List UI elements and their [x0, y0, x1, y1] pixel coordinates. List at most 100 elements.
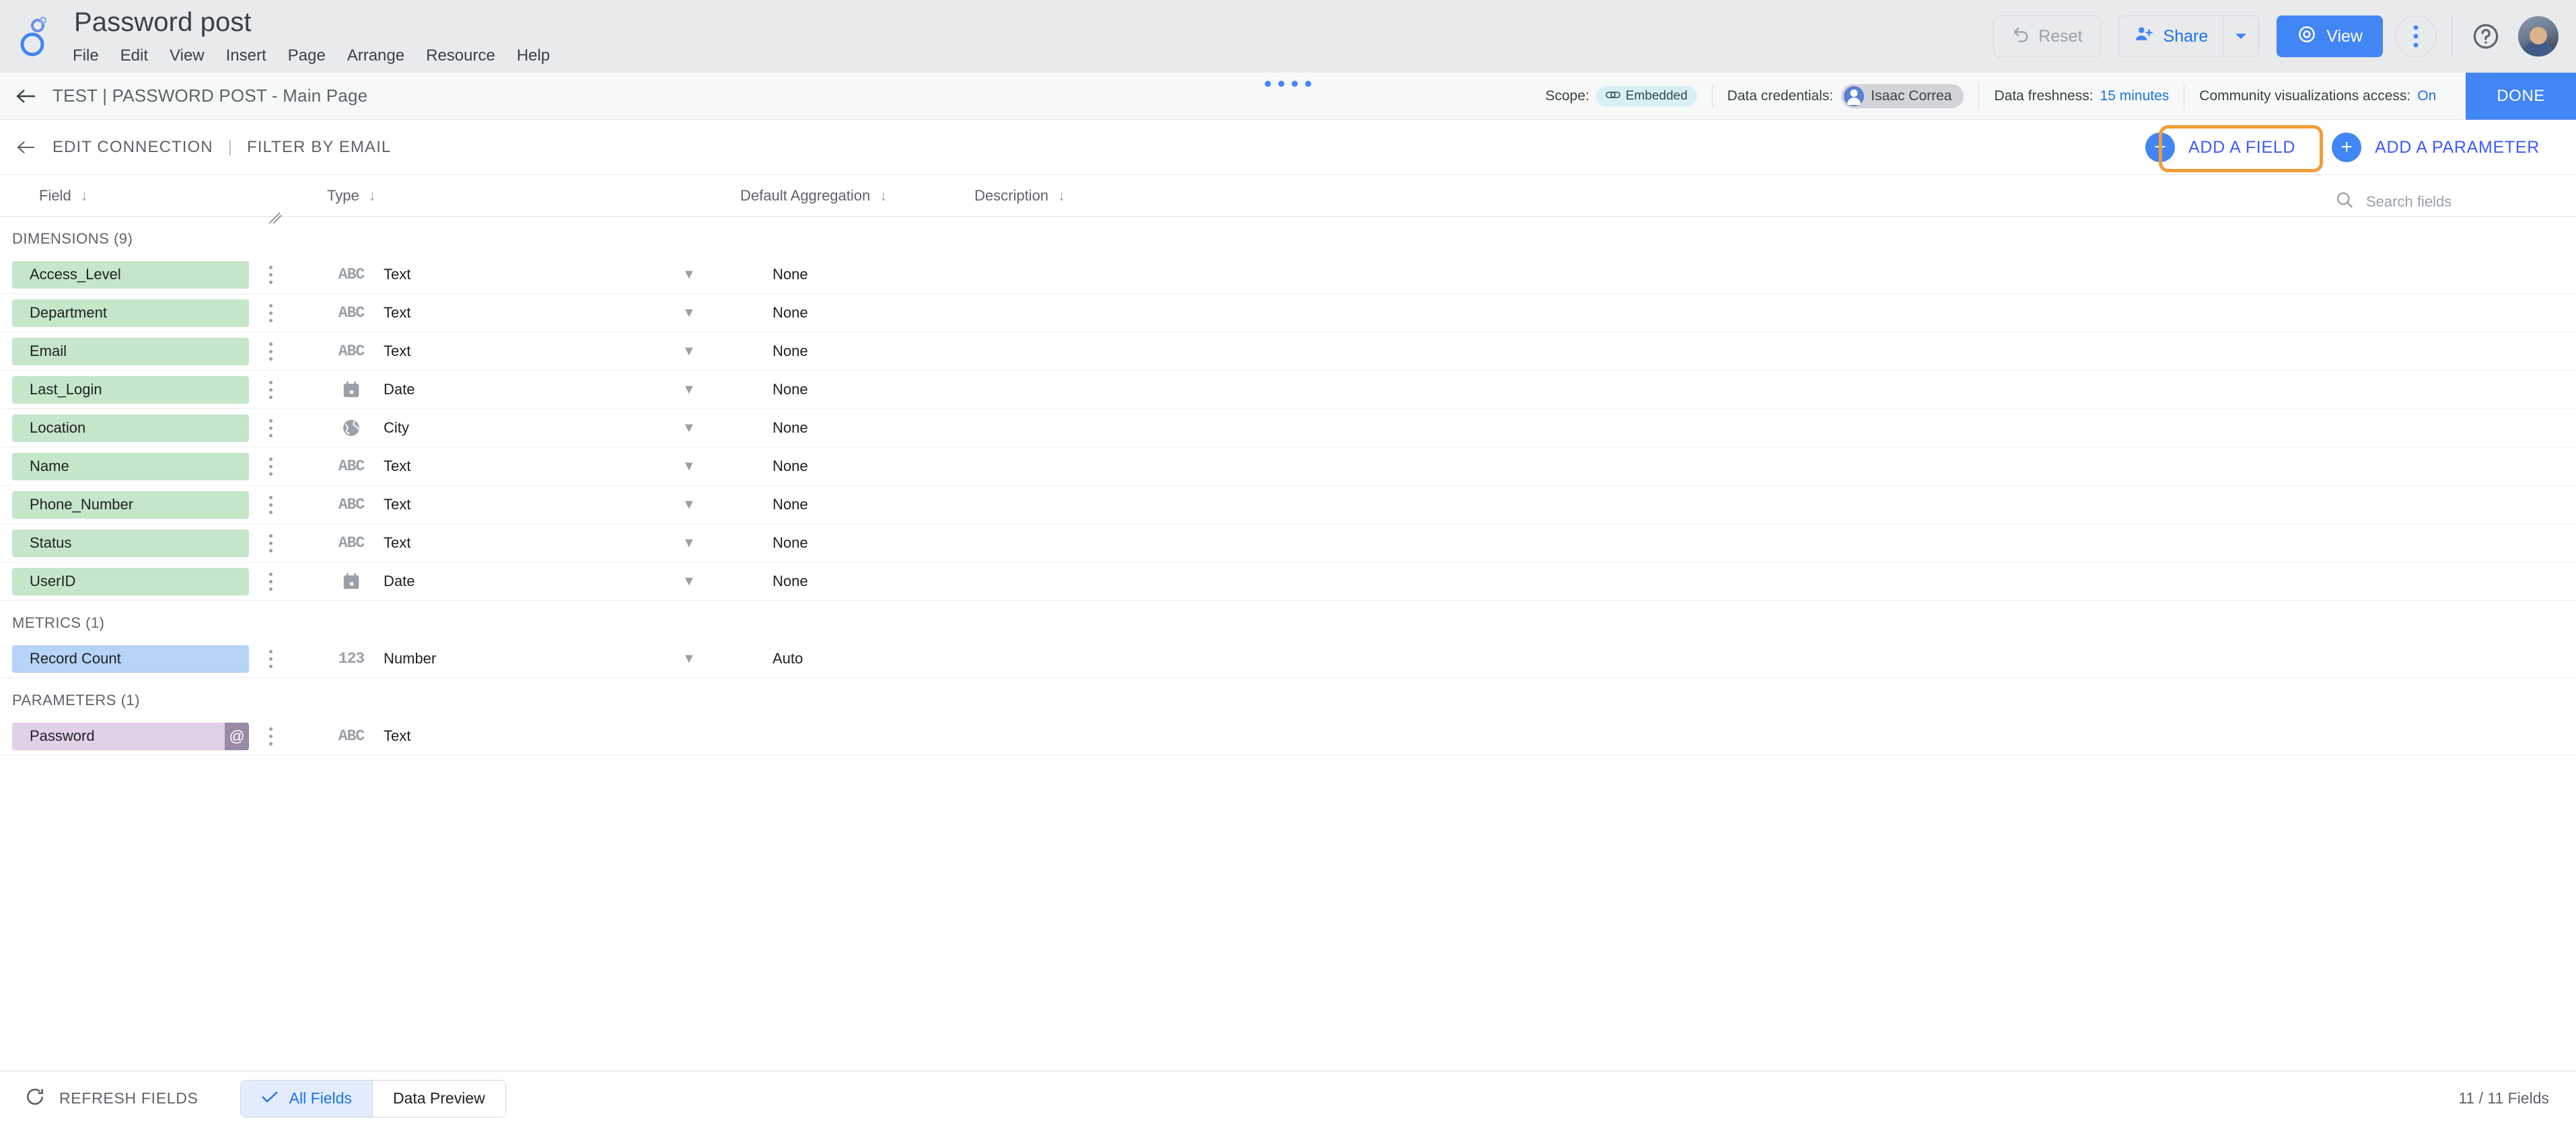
filter-by-email-link[interactable]: FILTER BY EMAIL [247, 138, 391, 157]
menu-page[interactable]: Page [288, 43, 336, 69]
field-chip[interactable]: Phone_Number [12, 491, 249, 519]
field-type-label[interactable]: Text [384, 496, 410, 513]
field-row[interactable]: Name ABC Text ▼ None [0, 447, 2576, 486]
search-input[interactable] [2366, 192, 2550, 211]
field-type-label[interactable]: Text [384, 342, 410, 360]
field-chip[interactable]: Location [12, 414, 249, 442]
type-dropdown-caret-icon[interactable]: ▼ [682, 574, 696, 589]
field-options-button[interactable] [264, 414, 277, 442]
field-options-button[interactable] [264, 530, 277, 557]
field-row[interactable]: UserID Date ▼ None [0, 562, 2576, 601]
field-aggregation-value[interactable]: Auto [773, 650, 803, 667]
field-aggregation-value[interactable]: None [773, 573, 808, 590]
field-type-label[interactable]: Text [384, 458, 410, 475]
column-header-description[interactable]: Description ↓ [974, 187, 1065, 205]
help-button[interactable] [2467, 17, 2505, 55]
field-type-label[interactable]: Text [384, 727, 410, 745]
field-aggregation-value[interactable]: None [773, 266, 808, 283]
sort-arrow-icon[interactable]: ↓ [1058, 188, 1065, 203]
view-button[interactable]: View [2277, 15, 2383, 57]
field-options-button[interactable] [264, 338, 277, 365]
field-aggregation-value[interactable]: None [773, 458, 808, 475]
menu-edit[interactable]: Edit [120, 43, 159, 69]
done-button[interactable]: DONE [2466, 73, 2576, 120]
panel-drag-handle[interactable] [1264, 81, 1312, 87]
column-header-field[interactable]: Field ↓ [39, 187, 88, 205]
field-chip[interactable]: Email [12, 337, 249, 365]
field-row[interactable]: Record Count 123 Number ▼ Auto [0, 640, 2576, 678]
field-type-label[interactable]: Date [384, 573, 415, 590]
field-chip[interactable]: Department [12, 299, 249, 327]
field-aggregation-value[interactable]: None [773, 534, 808, 552]
freshness-value[interactable]: 15 minutes [2100, 88, 2170, 104]
connection-back-button[interactable] [0, 139, 52, 156]
add-a-field-button[interactable]: + ADD A FIELD [2135, 127, 2306, 168]
field-aggregation-value[interactable]: None [773, 342, 808, 360]
field-type-label[interactable]: City [384, 419, 409, 437]
edit-connection-link[interactable]: EDIT CONNECTION [52, 138, 213, 157]
sort-arrow-icon[interactable]: ↓ [369, 188, 376, 203]
field-row[interactable]: Access_Level ABC Text ▼ None [0, 256, 2576, 294]
scope-meta[interactable]: Scope: Embedded [1530, 83, 1711, 110]
field-options-button[interactable] [264, 491, 277, 519]
tab-all-fields[interactable]: All Fields [240, 1080, 372, 1117]
menu-resource[interactable]: Resource [426, 43, 506, 69]
field-aggregation-value[interactable]: None [773, 419, 808, 437]
field-row[interactable]: Phone_Number ABC Text ▼ None [0, 486, 2576, 524]
column-header-aggregation[interactable]: Default Aggregation ↓ [740, 187, 887, 205]
field-type-label[interactable]: Date [384, 381, 415, 398]
field-chip[interactable]: Record Count [12, 645, 249, 673]
menu-help[interactable]: Help [517, 43, 561, 69]
field-chip[interactable]: UserID [12, 567, 249, 595]
field-options-button[interactable] [264, 723, 277, 750]
field-aggregation-value[interactable]: None [773, 381, 808, 398]
credentials-meta[interactable]: Data credentials: Isaac Correa [1713, 83, 1979, 110]
scope-chip[interactable]: Embedded [1596, 86, 1697, 106]
user-avatar[interactable] [2518, 16, 2559, 57]
reset-button[interactable]: Reset [1993, 15, 2101, 57]
field-row[interactable]: Department ABC Text ▼ None [0, 294, 2576, 332]
document-title[interactable]: Password post [73, 7, 571, 38]
type-dropdown-caret-icon[interactable]: ▼ [682, 459, 696, 474]
column-header-type[interactable]: Type ↓ [327, 187, 376, 205]
field-type-label[interactable]: Text [384, 266, 410, 283]
share-dropdown-caret[interactable] [2223, 15, 2260, 57]
type-dropdown-caret-icon[interactable]: ▼ [682, 305, 696, 321]
sort-arrow-icon[interactable]: ↓ [880, 188, 887, 203]
type-dropdown-caret-icon[interactable]: ▼ [682, 267, 696, 283]
field-options-button[interactable] [264, 299, 277, 327]
credentials-chip[interactable]: Isaac Correa [1841, 84, 1964, 108]
freshness-meta[interactable]: Data freshness: 15 minutes [1979, 83, 2184, 110]
menu-arrange[interactable]: Arrange [347, 43, 415, 69]
field-chip[interactable]: Name [12, 452, 249, 480]
field-options-button[interactable] [264, 453, 277, 480]
sort-arrow-icon[interactable]: ↓ [81, 188, 88, 203]
back-button[interactable] [0, 87, 52, 106]
menu-file[interactable]: File [73, 43, 110, 69]
type-dropdown-caret-icon[interactable]: ▼ [682, 497, 696, 513]
share-button[interactable]: Share [2118, 15, 2223, 57]
field-type-label[interactable]: Number [384, 650, 436, 667]
tab-data-preview[interactable]: Data Preview [372, 1080, 505, 1117]
menu-view[interactable]: View [170, 43, 215, 69]
add-a-parameter-button[interactable]: + ADD A PARAMETER [2321, 127, 2550, 168]
field-row[interactable]: Email ABC Text ▼ None [0, 332, 2576, 371]
field-type-label[interactable]: Text [384, 534, 410, 552]
field-options-button[interactable] [264, 376, 277, 404]
field-chip[interactable]: Access_Level [12, 260, 249, 289]
field-options-button[interactable] [264, 568, 277, 595]
field-row[interactable]: Password @ ABC Text [0, 717, 2576, 756]
field-aggregation-value[interactable]: None [773, 304, 808, 322]
field-chip[interactable]: Password @ [12, 722, 249, 750]
type-dropdown-caret-icon[interactable]: ▼ [682, 536, 696, 551]
community-value[interactable]: On [2417, 88, 2436, 104]
type-dropdown-caret-icon[interactable]: ▼ [682, 651, 696, 667]
type-dropdown-caret-icon[interactable]: ▼ [682, 344, 696, 359]
type-dropdown-caret-icon[interactable]: ▼ [682, 382, 696, 398]
field-options-button[interactable] [264, 261, 277, 289]
menu-insert[interactable]: Insert [226, 43, 277, 69]
refresh-fields-button[interactable]: REFRESH FIELDS [0, 1086, 199, 1111]
community-viz-meta[interactable]: Community visualizations access: On [2184, 83, 2451, 110]
field-row[interactable]: Status ABC Text ▼ None [0, 524, 2576, 562]
more-options-button[interactable] [2395, 15, 2437, 57]
